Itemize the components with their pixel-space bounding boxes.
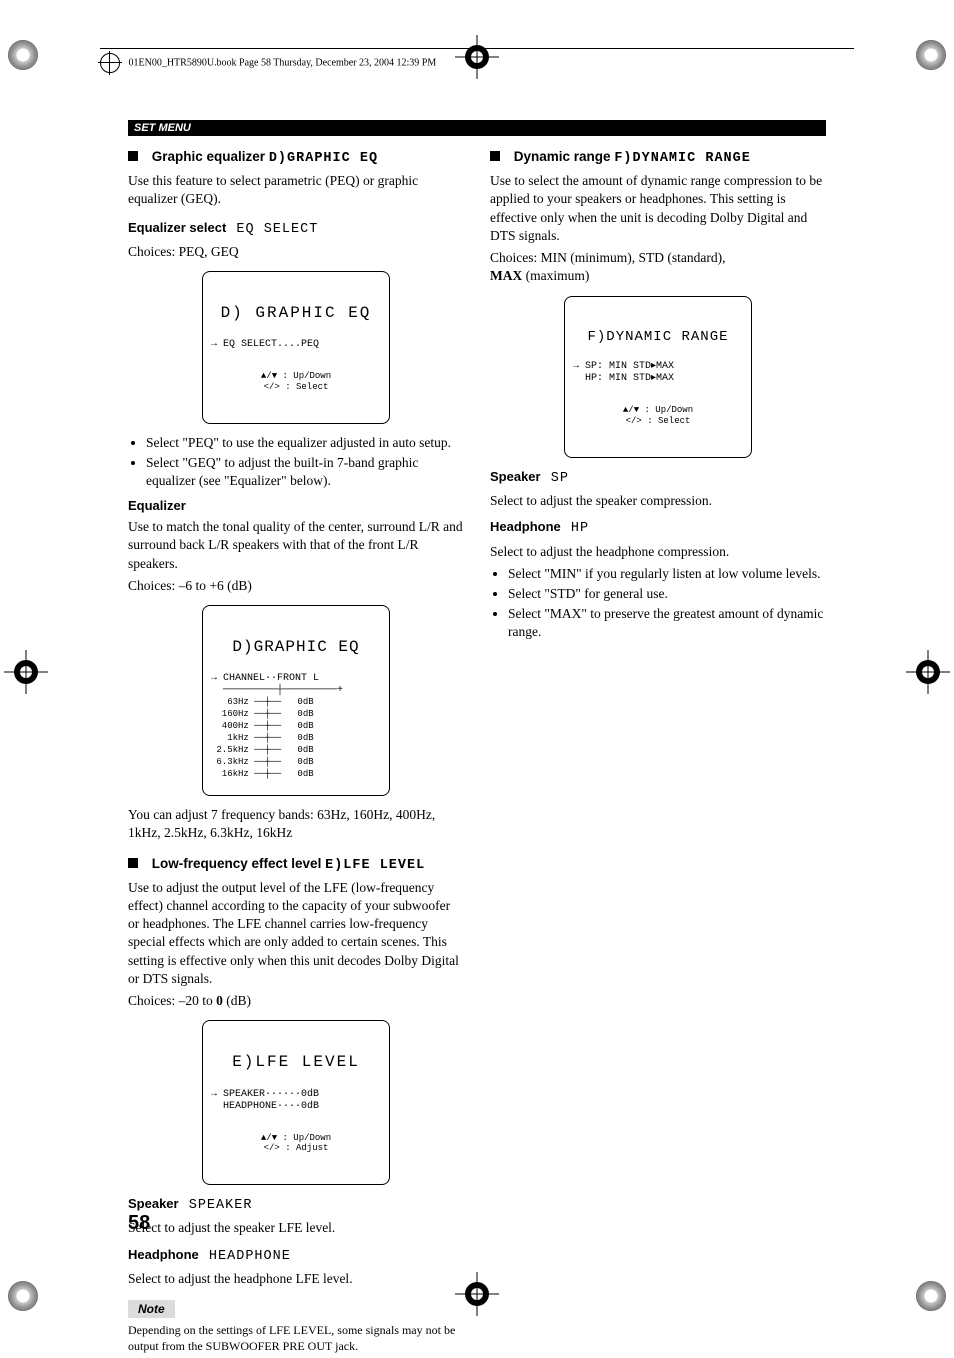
bullet-list: Select "PEQ" to use the equalizer adjust… bbox=[146, 434, 464, 491]
sub-osd: HEADPHONE bbox=[209, 1249, 291, 1264]
lcd-title: E)LFE LEVEL bbox=[211, 1053, 381, 1072]
text: (maximum) bbox=[522, 268, 589, 283]
heading-bold: Low-frequency effect level bbox=[152, 856, 322, 871]
lcd-dynamic-range: F)DYNAMIC RANGE → SP: MIN STD▸MAX HP: MI… bbox=[564, 296, 752, 458]
sub-bold: Equalizer select bbox=[128, 220, 226, 235]
body-text: Select to adjust the speaker LFE level. bbox=[128, 1219, 464, 1237]
file-path-text: 01EN00_HTR5890U.book Page 58 Thursday, D… bbox=[129, 57, 437, 68]
sub-osd: SPEAKER bbox=[189, 1198, 253, 1213]
choices-text: Choices: MIN (minimum), STD (standard), … bbox=[490, 249, 826, 285]
subheading-eq-select: Equalizer select EQ SELECT bbox=[128, 219, 464, 239]
text: Choices: –20 to bbox=[128, 993, 216, 1008]
heading-bold: Graphic equalizer bbox=[152, 149, 265, 164]
lcd-line: HP: MIN STD▸MAX bbox=[573, 373, 674, 384]
lcd-line: → SP: MIN STD▸MAX bbox=[573, 361, 674, 372]
heading-osd: F)DYNAMIC RANGE bbox=[614, 151, 751, 166]
heading-osd: E)LFE LEVEL bbox=[325, 858, 425, 873]
text-bold: 0 bbox=[216, 993, 223, 1008]
subheading-headphone: Headphone HP bbox=[490, 518, 826, 538]
crop-mark-icon bbox=[916, 1281, 946, 1311]
lcd-graphic-eq-select: D) GRAPHIC EQ → EQ SELECT....PEQ ▲/▼ : U… bbox=[202, 271, 390, 424]
heading-lfe: Low-frequency effect level E)LFE LEVEL bbox=[128, 855, 464, 875]
note-label: Note bbox=[128, 1300, 175, 1318]
heading-graphic-eq: Graphic equalizer D)GRAPHIC EQ bbox=[128, 148, 464, 168]
crop-mark-icon bbox=[8, 1281, 38, 1311]
lcd-title: F)DYNAMIC RANGE bbox=[573, 329, 743, 346]
sub-osd: SP bbox=[551, 471, 569, 486]
subheading-equalizer: Equalizer bbox=[128, 497, 464, 515]
heading-dynamic-range: Dynamic range F)DYNAMIC RANGE bbox=[490, 148, 826, 168]
lcd-lfe-level: E)LFE LEVEL → SPEAKER······0dB HEADPHONE… bbox=[202, 1020, 390, 1185]
text: (dB) bbox=[223, 993, 251, 1008]
list-item: Select "MAX" to preserve the greatest am… bbox=[508, 605, 826, 641]
heading-osd: D)GRAPHIC EQ bbox=[269, 151, 378, 166]
lcd-title: D)GRAPHIC EQ bbox=[211, 638, 381, 657]
choices-text: Choices: –6 to +6 (dB) bbox=[128, 577, 464, 595]
lcd-line: → SPEAKER······0dB bbox=[211, 1089, 319, 1100]
body-text: Select to adjust the headphone LFE level… bbox=[128, 1270, 464, 1288]
framemaker-icon bbox=[100, 53, 120, 73]
note-text: Depending on the settings of LFE LEVEL, … bbox=[128, 1322, 464, 1354]
body-text: You can adjust 7 frequency bands: 63Hz, … bbox=[128, 806, 464, 842]
list-item: Select "STD" for general use. bbox=[508, 585, 826, 603]
section-bar: SET MENU bbox=[128, 120, 826, 136]
page-number: 58 bbox=[128, 1212, 150, 1235]
square-bullet-icon bbox=[128, 858, 138, 868]
sub-osd: HP bbox=[571, 521, 589, 536]
body-text: Use to adjust the output level of the LF… bbox=[128, 879, 464, 988]
square-bullet-icon bbox=[490, 151, 500, 161]
list-item: Select "MIN" if you regularly listen at … bbox=[508, 565, 826, 583]
body-text: Select to adjust the speaker compression… bbox=[490, 492, 826, 510]
square-bullet-icon bbox=[128, 151, 138, 161]
lcd-title: D) GRAPHIC EQ bbox=[211, 304, 381, 323]
crop-mark-icon bbox=[8, 40, 38, 70]
sub-bold: Speaker bbox=[490, 469, 541, 484]
right-column: Dynamic range F)DYNAMIC RANGE Use to sel… bbox=[490, 142, 826, 1358]
subheading-speaker: Speaker SPEAKER bbox=[128, 1195, 464, 1215]
lcd-line: → CHANNEL··FRONT L bbox=[211, 673, 319, 684]
left-column: Graphic equalizer D)GRAPHIC EQ Use this … bbox=[128, 142, 464, 1358]
text-bold: MAX bbox=[490, 268, 522, 283]
subheading-speaker: Speaker SP bbox=[490, 468, 826, 488]
choices-text: Choices: PEQ, GEQ bbox=[128, 243, 464, 261]
lcd-hint: ▲/▼ : Up/Down </> : Select bbox=[211, 371, 381, 393]
page: 01EN00_HTR5890U.book Page 58 Thursday, D… bbox=[0, 0, 954, 1351]
choices-text: Choices: –20 to 0 (dB) bbox=[128, 992, 464, 1010]
sub-bold: Headphone bbox=[490, 519, 561, 534]
list-item: Select "PEQ" to use the equalizer adjust… bbox=[146, 434, 464, 452]
content-area: SET MENU Graphic equalizer D)GRAPHIC EQ … bbox=[128, 120, 826, 1231]
registration-mark-icon bbox=[4, 650, 48, 694]
crop-mark-icon bbox=[916, 40, 946, 70]
body-text: Use to select the amount of dynamic rang… bbox=[490, 172, 826, 245]
subheading-headphone: Headphone HEADPHONE bbox=[128, 1246, 464, 1266]
body-text: Use this feature to select parametric (P… bbox=[128, 172, 464, 208]
sub-bold: Headphone bbox=[128, 1247, 199, 1262]
lcd-line: HEADPHONE····0dB bbox=[211, 1101, 319, 1112]
sub-osd: EQ SELECT bbox=[236, 222, 318, 237]
lcd-line: → EQ SELECT....PEQ bbox=[211, 339, 319, 350]
body-text: Select to adjust the headphone compressi… bbox=[490, 543, 826, 561]
sub-bold: Speaker bbox=[128, 1196, 179, 1211]
list-item: Select "GEQ" to adjust the built-in 7-ba… bbox=[146, 454, 464, 490]
text: Choices: MIN (minimum), STD (standard), bbox=[490, 250, 725, 265]
heading-bold: Dynamic range bbox=[514, 149, 611, 164]
lcd-hint: ▲/▼ : Up/Down </> : Adjust bbox=[211, 1133, 381, 1155]
frame-header: 01EN00_HTR5890U.book Page 58 Thursday, D… bbox=[100, 48, 854, 73]
body-text: Use to match the tonal quality of the ce… bbox=[128, 518, 464, 573]
bullet-list: Select "MIN" if you regularly listen at … bbox=[508, 565, 826, 642]
lcd-graphic-eq-bands: D)GRAPHIC EQ → CHANNEL··FRONT L ────────… bbox=[202, 605, 390, 796]
registration-mark-icon bbox=[906, 650, 950, 694]
lcd-hint: ▲/▼ : Up/Down </> : Select bbox=[573, 405, 743, 427]
lcd-bands: 63Hz ──┼── 0dB 160Hz ──┼── 0dB 400Hz ──┼… bbox=[211, 697, 314, 779]
